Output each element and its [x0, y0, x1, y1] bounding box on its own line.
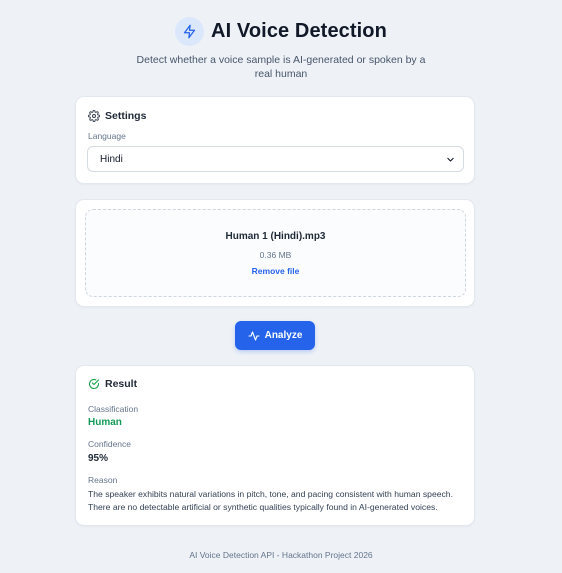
- settings-heading: Settings: [88, 110, 146, 122]
- result-heading: Result: [88, 378, 137, 390]
- result-heading-label: Result: [105, 378, 138, 390]
- footer-text: AI Voice Detection API - Hackathon Proje…: [189, 550, 373, 560]
- file-dropzone[interactable]: Human 1 (Hindi).mp3 0.36 MB Remove file: [85, 209, 466, 297]
- upload-card: Human 1 (Hindi).mp3 0.36 MB Remove file: [75, 199, 475, 307]
- classification-value: Human: [88, 417, 122, 428]
- settings-heading-label: Settings: [105, 110, 147, 122]
- page-subtitle: Detect whether a voice sample is AI-gene…: [0, 53, 562, 81]
- check-circle-icon: [88, 378, 100, 390]
- lightning-bolt-icon: [175, 17, 205, 46]
- page-title: AI Voice Detection: [211, 20, 387, 42]
- file-name: Human 1 (Hindi).mp3: [225, 231, 326, 242]
- confidence-label: Confidence: [88, 439, 132, 449]
- gear-icon: [88, 110, 100, 122]
- language-label: Language: [88, 131, 126, 141]
- subtitle-line-1: Detect whether a voice sample is AI-gene…: [136, 54, 426, 66]
- page: AI Voice Detection Detect whether a voic…: [0, 0, 562, 573]
- analyze-button-label: Analyze: [264, 330, 303, 341]
- app-header: AI Voice Detection: [0, 17, 562, 46]
- language-select[interactable]: Hindi: [87, 146, 464, 172]
- reason-label: Reason: [88, 475, 118, 485]
- remove-file-link[interactable]: Remove file: [86, 266, 465, 276]
- analyze-button[interactable]: Analyze: [235, 321, 315, 350]
- activity-pulse-icon: [248, 330, 260, 342]
- chevron-down-icon: [446, 155, 455, 164]
- reason-text: The speaker exhibits natural variations …: [88, 489, 453, 512]
- settings-card: Settings Language Hindi: [75, 96, 475, 184]
- file-size: 0.36 MB: [259, 250, 292, 260]
- classification-label: Classification: [88, 404, 139, 414]
- language-select-value: Hindi: [100, 153, 123, 165]
- confidence-value: 95%: [88, 453, 109, 464]
- subtitle-line-2: real human: [254, 68, 308, 80]
- result-card: Result Classification Human Confidence 9…: [75, 365, 475, 526]
